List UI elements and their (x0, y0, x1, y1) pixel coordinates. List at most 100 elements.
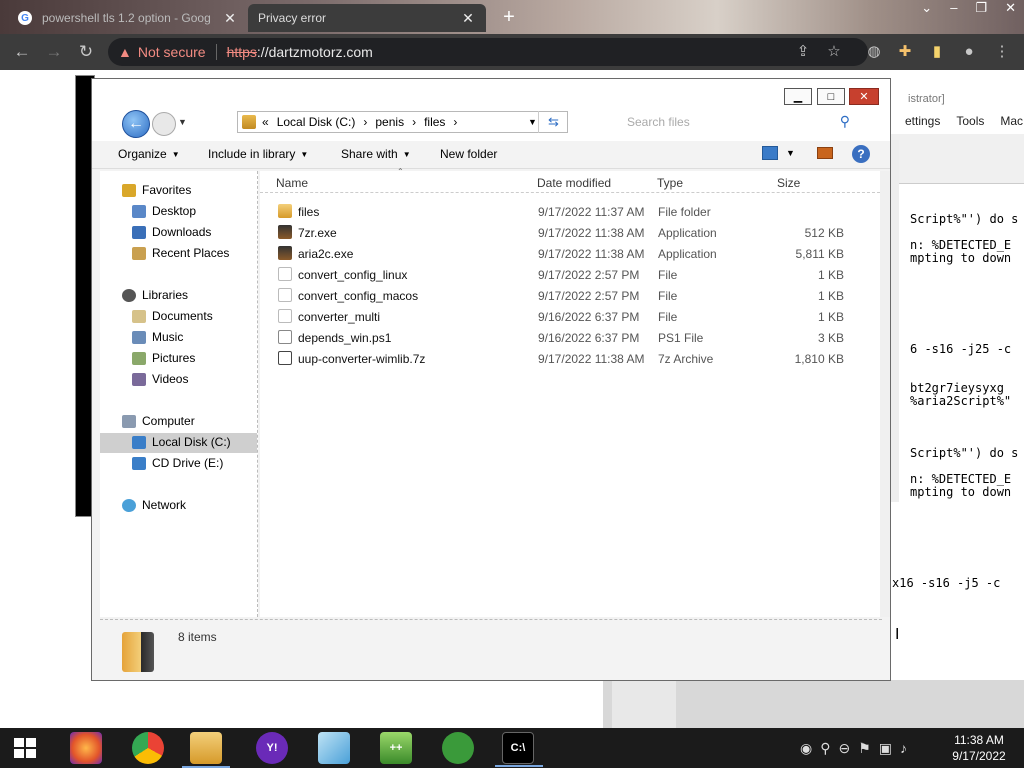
forward-button[interactable] (152, 112, 176, 136)
reload-icon[interactable]: ↻ (76, 42, 96, 62)
browser-tab-google[interactable]: G powershell tls 1.2 option - Goog ✕ (8, 4, 248, 32)
breadcrumb-separator-icon[interactable]: › (453, 115, 457, 129)
column-name[interactable]: Name (276, 176, 308, 190)
history-dropdown-icon[interactable]: ▼ (178, 117, 187, 127)
column-date-modified[interactable]: Date modified (537, 176, 611, 190)
help-icon[interactable]: ? (852, 145, 870, 163)
notepad-plus-plus-icon[interactable]: ++ (380, 732, 412, 764)
nav-recent-places[interactable]: Recent Places (132, 246, 229, 260)
table-row[interactable]: convert_config_linux 9/17/2022 2:57 PM F… (260, 264, 880, 285)
minus-tray-icon[interactable]: ⊖ (838, 740, 850, 757)
forward-arrow-icon[interactable]: → (44, 42, 64, 62)
nav-libraries[interactable]: Libraries (122, 288, 188, 302)
breadcrumb-local-disk[interactable]: Local Disk (C:) (277, 115, 356, 129)
display-tray-icon[interactable]: ▣ (879, 740, 892, 757)
close-button[interactable]: ✕ (849, 88, 879, 105)
column-type[interactable]: Type (657, 176, 683, 190)
menu-tools[interactable]: Tools (956, 114, 984, 128)
firefox-icon[interactable] (70, 732, 102, 764)
table-row[interactable]: convert_config_macos 9/17/2022 2:57 PM F… (260, 285, 880, 306)
volume-icon[interactable]: ♪ (900, 740, 907, 757)
nav-documents[interactable]: Documents (132, 309, 213, 323)
back-arrow-icon[interactable]: ← (12, 42, 32, 62)
refresh-icon[interactable]: ⇆ (538, 111, 568, 133)
yahoo-messenger-icon[interactable]: Y! (256, 732, 288, 764)
search-icon[interactable]: ⚲ (840, 113, 850, 130)
minimize-button[interactable]: ▁ (784, 88, 812, 105)
breadcrumb-overflow[interactable]: « (262, 115, 269, 129)
extension-flag-icon[interactable]: ◍ (864, 42, 884, 62)
breadcrumb-penis[interactable]: penis (375, 115, 404, 129)
notepad-icon[interactable] (318, 732, 350, 764)
nav-pictures[interactable]: Pictures (132, 351, 195, 365)
menu-settings[interactable]: ettings (905, 114, 940, 128)
nav-downloads[interactable]: Downloads (132, 225, 211, 239)
explorer-titlebar[interactable]: ▁ □ ✕ (92, 79, 890, 107)
nav-label: Network (142, 498, 187, 512)
profile-avatar-icon[interactable]: ● (959, 42, 979, 62)
table-row[interactable]: aria2c.exe 9/17/2022 11:38 AM Applicatio… (260, 243, 880, 264)
chrome-icon[interactable] (132, 732, 164, 764)
share-icon[interactable]: ⇪ (793, 42, 813, 62)
table-row[interactable]: depends_win.ps1 9/16/2022 6:37 PM PS1 Fi… (260, 327, 880, 348)
vertical-scrollbar[interactable] (880, 171, 890, 617)
chevron-down-icon[interactable]: ⌄ (921, 0, 932, 16)
breadcrumb[interactable]: « Local Disk (C:) › penis › files › (237, 111, 568, 133)
nav-videos[interactable]: Videos (132, 372, 188, 386)
table-row[interactable]: files 9/17/2022 11:37 AM File folder (260, 201, 880, 222)
organize-button[interactable]: Organize ▼ (118, 147, 180, 161)
nav-favorites[interactable]: Favorites (122, 183, 191, 197)
network-tray-icon[interactable]: ◉ (800, 740, 812, 757)
nav-music[interactable]: Music (132, 330, 183, 344)
column-size[interactable]: Size (777, 176, 800, 190)
breadcrumb-files[interactable]: files (424, 115, 445, 129)
browser-tab-privacy-error[interactable]: Privacy error ✕ (248, 4, 486, 32)
breadcrumb-separator-icon[interactable]: › (363, 115, 367, 129)
new-tab-icon[interactable]: + (498, 6, 520, 29)
file-explorer-window[interactable]: ▁ □ ✕ ← ▼ « Local Disk (C:) › penis › fi… (91, 78, 891, 681)
star-icon[interactable]: ☆ (824, 42, 844, 62)
nav-local-disk[interactable]: Local Disk (C:) (132, 435, 231, 449)
side-panel-icon[interactable]: ▮ (927, 42, 947, 62)
cmd-icon[interactable]: C:\ (495, 732, 543, 767)
nav-network[interactable]: Network (122, 498, 186, 512)
table-row[interactable]: converter_multi 9/16/2022 6:37 PM File 1… (260, 306, 880, 327)
change-view-icon[interactable] (762, 146, 778, 160)
menu-kebab-icon[interactable]: ⋮ (992, 42, 1012, 62)
close-icon[interactable]: ✕ (1005, 0, 1016, 16)
clock[interactable]: 11:38 AM 9/17/2022 (944, 732, 1014, 764)
share-with-button[interactable]: Share with ▼ (341, 147, 411, 161)
file-size: 3 KB (817, 331, 844, 345)
not-secure-label[interactable]: Not secure (138, 44, 206, 60)
search-input[interactable]: Search files ⚲ (617, 111, 862, 133)
flag-tray-icon[interactable]: ⚑ (858, 740, 871, 757)
address-dropdown-icon[interactable]: ▼ (528, 117, 537, 127)
breadcrumb-separator-icon[interactable]: › (412, 115, 416, 129)
view-dropdown-icon[interactable]: ▼ (786, 148, 795, 158)
table-row[interactable]: uup-converter-wimlib.7z 9/17/2022 11:38 … (260, 348, 880, 369)
documents-icon (132, 309, 146, 323)
maximize-button[interactable]: □ (817, 88, 845, 105)
file-explorer-icon[interactable] (182, 732, 230, 768)
code-line: mpting to down (910, 485, 1012, 499)
include-in-library-button[interactable]: Include in library ▼ (208, 147, 308, 161)
frog-app-icon[interactable] (442, 732, 474, 764)
file-list: ⌃ Name Date modified Type Size files 9/1… (260, 167, 882, 617)
start-button[interactable] (14, 738, 36, 758)
close-tab-icon[interactable]: ✕ (460, 10, 476, 27)
new-folder-button[interactable]: New folder (440, 147, 497, 161)
nav-computer[interactable]: Computer (122, 414, 195, 428)
puzzle-extensions-icon[interactable]: ✚ (895, 42, 915, 62)
restore-icon[interactable]: ❐ (975, 0, 987, 16)
nav-desktop[interactable]: Desktop (132, 204, 196, 218)
menu-mac[interactable]: Mac (1000, 114, 1023, 128)
close-tab-icon[interactable]: ✕ (222, 10, 238, 27)
search-tray-icon[interactable]: ⚲ (820, 740, 830, 757)
address-bar[interactable]: ▲ Not secure https://dartzmotorz.com (108, 38, 868, 66)
back-button[interactable]: ← (122, 110, 150, 138)
nav-cd-drive[interactable]: CD Drive (E:) (132, 456, 223, 470)
preview-pane-icon[interactable] (817, 147, 833, 159)
table-row[interactable]: 7zr.exe 9/17/2022 11:38 AM Application 5… (260, 222, 880, 243)
file-name: files (298, 205, 320, 219)
minimize-icon[interactable]: – (950, 0, 957, 16)
